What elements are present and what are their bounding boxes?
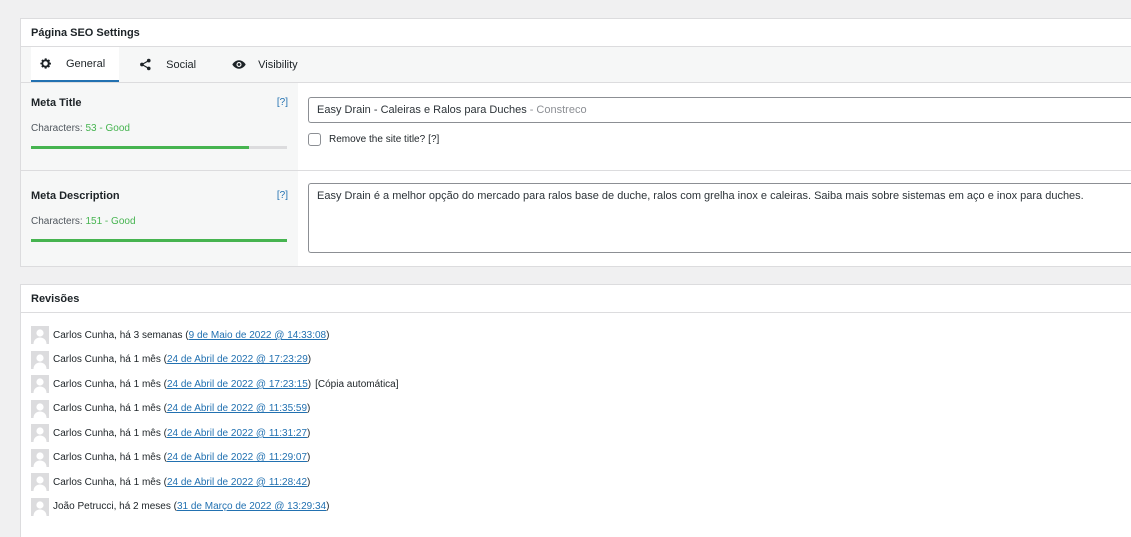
- avatar: [31, 375, 49, 394]
- revision-date-link[interactable]: 9 de Maio de 2022 @ 14:33:08: [189, 330, 326, 341]
- meta-title-row: Meta Title [?] Characters: 53 - Good Eas…: [21, 83, 1131, 171]
- revision-author: Carlos Cunha, há 1 mês: [53, 403, 161, 415]
- remove-site-title-checkbox[interactable]: [308, 133, 321, 146]
- meta-title-value: Easy Drain - Caleiras e Ralos para Duche…: [317, 104, 527, 116]
- revision-date-link[interactable]: 24 de Abril de 2022 @ 11:29:07: [167, 452, 307, 463]
- revision-item: João Petrucci, há 2 meses (31 de Março d…: [31, 495, 1131, 520]
- revision-date-link[interactable]: 24 de Abril de 2022 @ 11:28:42: [167, 477, 307, 488]
- revisions-list: Carlos Cunha, há 3 semanas (9 de Maio de…: [21, 313, 1131, 519]
- tab-general-label: General: [66, 57, 106, 70]
- avatar: [31, 350, 49, 369]
- meta-description-label: Meta Description: [31, 190, 120, 202]
- revision-item: Carlos Cunha, há 1 mês (24 de Abril de 2…: [31, 421, 1131, 446]
- meta-title-suffix: - Constreco: [529, 104, 587, 116]
- seo-settings-box: Página SEO Settings General Social Visib…: [20, 18, 1131, 267]
- page: Página SEO Settings General Social Visib…: [0, 0, 1131, 537]
- meta-title-sidebar: Meta Title [?] Characters: 53 - Good: [21, 83, 298, 170]
- eye-icon: [232, 58, 246, 71]
- paren-close: ): [307, 476, 311, 488]
- meta-title-progress-fill: [31, 146, 249, 149]
- revision-author: João Petrucci, há 2 meses: [53, 501, 171, 513]
- meta-description-char-count: Characters: 151 - Good: [31, 216, 288, 227]
- avatar: [31, 448, 49, 467]
- remove-site-title-row: Remove the site title? [?]: [308, 133, 1131, 146]
- meta-description-progress-fill: [31, 239, 287, 242]
- left-strip: [0, 0, 8, 537]
- meta-title-input[interactable]: Easy Drain - Caleiras e Ralos para Duche…: [308, 97, 1131, 123]
- revision-author: Carlos Cunha, há 1 mês: [53, 427, 161, 439]
- seo-tabs: General Social Visibility: [21, 47, 1131, 83]
- chars-value: 53 - Good: [85, 123, 130, 134]
- share-icon: [139, 58, 152, 71]
- revision-item: Carlos Cunha, há 3 semanas (9 de Maio de…: [31, 323, 1131, 348]
- meta-description-progress-bar: [31, 239, 287, 242]
- revision-author: Carlos Cunha, há 1 mês: [53, 378, 161, 390]
- revision-date-link[interactable]: 24 de Abril de 2022 @ 11:35:59: [167, 403, 307, 414]
- paren-close: ): [307, 427, 311, 439]
- tab-visibility-label: Visibility: [258, 58, 298, 71]
- revision-item: Carlos Cunha, há 1 mês (24 de Abril de 2…: [31, 470, 1131, 495]
- avatar: [31, 497, 49, 516]
- paren-close: ): [326, 329, 330, 341]
- avatar: [31, 326, 49, 345]
- meta-title-field-area: Easy Drain - Caleiras e Ralos para Duche…: [298, 83, 1131, 170]
- remove-site-title-label: Remove the site title?: [329, 134, 426, 145]
- revisions-title: Revisões: [21, 285, 1131, 313]
- remove-site-title-help[interactable]: [?]: [428, 134, 439, 145]
- meta-description-help-link[interactable]: [?]: [277, 190, 288, 201]
- avatar: [31, 399, 49, 418]
- chars-prefix: Characters:: [31, 123, 83, 134]
- meta-title-help-link[interactable]: [?]: [277, 97, 288, 108]
- revision-date-link[interactable]: 31 de Março de 2022 @ 13:29:34: [177, 501, 326, 512]
- paren-close: ): [307, 403, 311, 415]
- revisions-box: Revisões Carlos Cunha, há 3 semanas (9 d…: [20, 284, 1131, 537]
- revision-item: Carlos Cunha, há 1 mês (24 de Abril de 2…: [31, 397, 1131, 422]
- seo-box-title: Página SEO Settings: [21, 19, 1131, 47]
- chars-prefix: Characters:: [31, 216, 83, 227]
- meta-description-textarea[interactable]: Easy Drain é a melhor opção do mercado p…: [308, 183, 1131, 253]
- meta-title-progress-bar: [31, 146, 287, 149]
- revision-author: Carlos Cunha, há 3 semanas: [53, 329, 183, 341]
- tab-visibility[interactable]: Visibility: [210, 47, 312, 82]
- revision-item: Carlos Cunha, há 1 mês (24 de Abril de 2…: [31, 446, 1131, 471]
- meta-title-char-count: Characters: 53 - Good: [31, 123, 288, 134]
- chars-value: 151 - Good: [85, 216, 136, 227]
- revision-note: [Cópia automática]: [315, 378, 399, 390]
- revision-author: Carlos Cunha, há 1 mês: [53, 354, 161, 366]
- meta-title-label: Meta Title: [31, 97, 82, 109]
- tab-social-label: Social: [166, 58, 197, 71]
- revision-item: Carlos Cunha, há 1 mês (24 de Abril de 2…: [31, 372, 1131, 397]
- paren-close: ): [326, 501, 330, 513]
- revision-author: Carlos Cunha, há 1 mês: [53, 476, 161, 488]
- paren-close: ): [307, 378, 312, 390]
- revision-item: Carlos Cunha, há 1 mês (24 de Abril de 2…: [31, 348, 1131, 373]
- avatar: [31, 424, 49, 443]
- avatar: [31, 473, 49, 492]
- paren-close: ): [307, 354, 312, 366]
- meta-description-field-area: Easy Drain é a melhor opção do mercado p…: [298, 171, 1131, 266]
- meta-description-row: Meta Description [?] Characters: 151 - G…: [21, 171, 1131, 266]
- tab-social[interactable]: Social: [119, 47, 210, 82]
- revision-date-link[interactable]: 24 de Abril de 2022 @ 11:31:27: [167, 428, 307, 439]
- tab-general[interactable]: General: [31, 47, 120, 82]
- paren-close: ): [307, 452, 311, 464]
- revision-author: Carlos Cunha, há 1 mês: [53, 452, 161, 464]
- top-gap: [8, 0, 1131, 10]
- revision-date-link[interactable]: 24 de Abril de 2022 @ 17:23:29: [167, 354, 308, 365]
- gear-icon: [39, 57, 52, 70]
- revision-date-link[interactable]: 24 de Abril de 2022 @ 17:23:15: [167, 379, 308, 390]
- meta-description-sidebar: Meta Description [?] Characters: 151 - G…: [21, 171, 298, 266]
